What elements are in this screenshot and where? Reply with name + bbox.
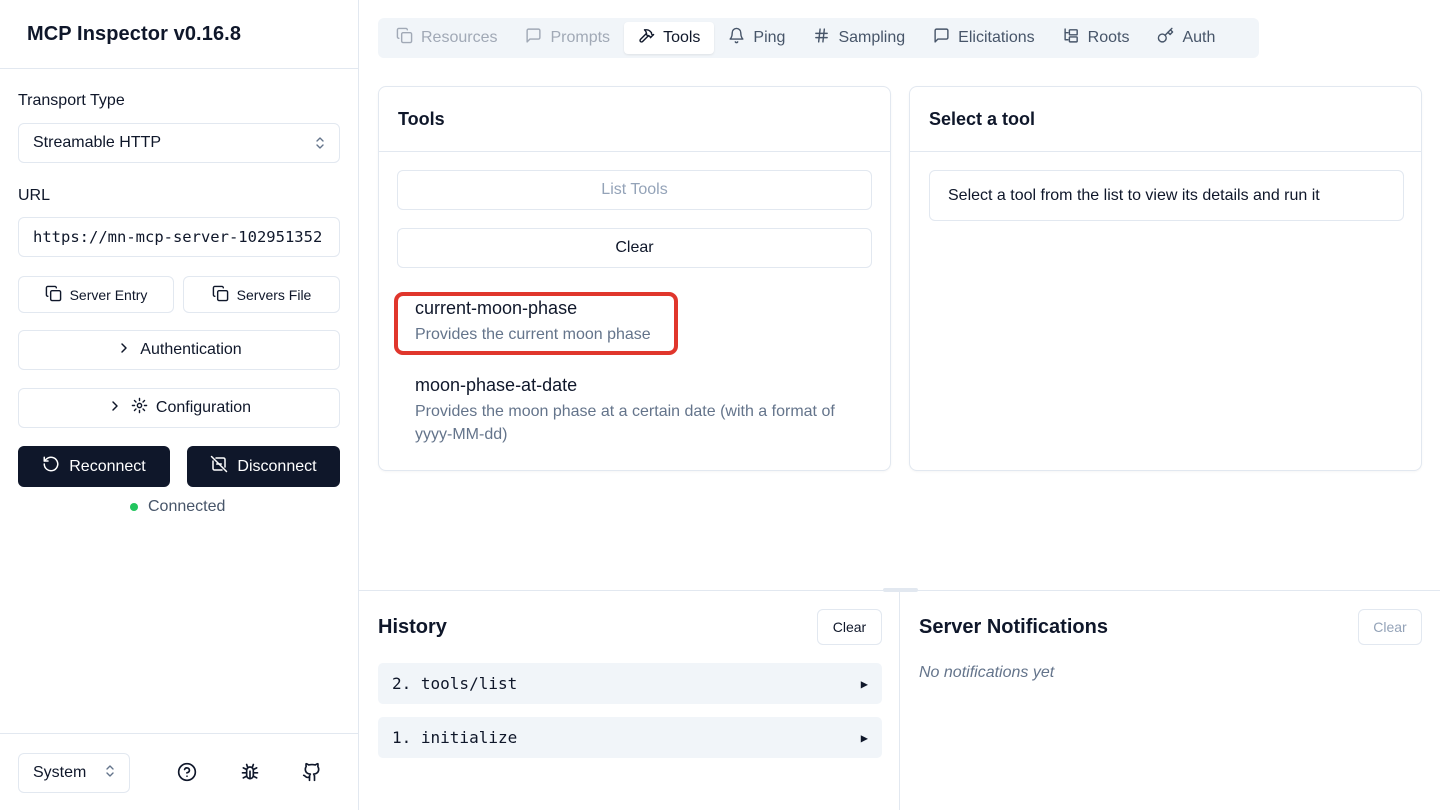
tab-tools[interactable]: Tools <box>624 22 715 54</box>
transport-type-label: Transport Type <box>18 92 125 109</box>
servers-file-label: Servers File <box>236 286 312 303</box>
chevrons-up-down-icon <box>315 136 325 150</box>
tool-detail-panel: Select a tool Select a tool from the lis… <box>909 86 1422 471</box>
play-icon: ▶ <box>860 676 868 691</box>
help-circle-icon[interactable] <box>175 760 199 784</box>
theme-select[interactable]: System <box>18 753 130 793</box>
tool-item-moon-phase-at-date[interactable]: moon-phase-at-date Provides the moon pha… <box>415 375 865 446</box>
hash-icon <box>813 27 830 49</box>
tab-prompts[interactable]: Prompts <box>511 22 624 54</box>
connection-status: Connected <box>130 498 225 516</box>
sidebar-footer: System <box>0 733 359 810</box>
server-entry-button[interactable]: Server Entry <box>18 276 174 313</box>
configuration-label: Configuration <box>155 399 252 416</box>
tab-label: Roots <box>1087 29 1130 46</box>
tool-description: Provides the current moon phase <box>415 326 651 343</box>
copy-icon <box>396 27 413 49</box>
server-entry-label: Server Entry <box>69 286 148 303</box>
tab-label: Auth <box>1182 29 1216 46</box>
tool-name: current-moon-phase <box>415 298 578 318</box>
tab-label: Elicitations <box>958 29 1035 46</box>
message-square-icon <box>933 27 950 49</box>
authentication-toggle[interactable]: Authentication <box>18 330 340 370</box>
tool-detail-message: Select a tool from the list to view its … <box>929 170 1404 221</box>
tools-panel-title: Tools <box>379 87 890 152</box>
tab-label: Tools <box>663 29 701 46</box>
history-entry-label: 1. initialize <box>392 728 518 747</box>
clear-notifications-button[interactable]: Clear <box>1358 609 1422 645</box>
history-entry-label: 2. tools/list <box>392 674 518 693</box>
list-tools-button[interactable]: List Tools <box>397 170 872 210</box>
tab-ping[interactable]: Ping <box>714 22 799 54</box>
rotate-ccw-icon <box>42 455 60 478</box>
message-square-icon <box>525 27 542 49</box>
status-text: Connected <box>148 498 226 515</box>
status-dot-icon <box>130 503 138 511</box>
folder-tree-icon <box>1063 27 1080 49</box>
theme-value: System <box>33 764 87 781</box>
configuration-toggle[interactable]: Configuration <box>18 388 340 428</box>
empty-notifications-text: No notifications yet <box>919 664 1055 681</box>
clear-tools-button[interactable]: Clear <box>397 228 872 268</box>
app-title: MCP Inspector v0.16.8 <box>27 22 242 45</box>
clear-history-button[interactable]: Clear <box>817 609 882 645</box>
tool-description: Provides the moon phase at a certain dat… <box>415 403 835 443</box>
key-icon <box>1157 27 1174 49</box>
sidebar: MCP Inspector v0.16.8 Transport Type Str… <box>0 0 359 810</box>
bell-icon <box>728 27 745 49</box>
tab-resources[interactable]: Resources <box>382 22 511 54</box>
server-notifications-title: Server Notifications <box>919 616 1108 638</box>
tool-name: moon-phase-at-date <box>415 375 578 395</box>
url-input[interactable] <box>18 217 340 257</box>
disconnect-button[interactable]: Disconnect <box>187 446 340 487</box>
reconnect-label: Reconnect <box>69 457 146 475</box>
tools-panel: Tools List Tools Clear current-moon-phas… <box>378 86 891 471</box>
history-title: History <box>378 616 447 638</box>
sidebar-header: MCP Inspector v0.16.8 <box>0 0 358 69</box>
bug-icon[interactable] <box>238 760 262 784</box>
unplug-icon <box>210 455 228 478</box>
tab-sampling[interactable]: Sampling <box>799 22 919 54</box>
reconnect-button[interactable]: Reconnect <box>18 446 170 487</box>
tab-auth[interactable]: Auth <box>1143 22 1229 54</box>
history-entry[interactable]: 2. tools/list ▶ <box>378 663 882 704</box>
play-icon: ▶ <box>860 730 868 745</box>
github-icon[interactable] <box>300 760 324 784</box>
copy-icon <box>45 285 62 305</box>
tab-elicitations[interactable]: Elicitations <box>919 22 1048 54</box>
tool-item-current-moon-phase[interactable]: current-moon-phase Provides the current … <box>415 298 651 346</box>
transport-type-value: Streamable HTTP <box>33 134 162 151</box>
tool-detail-title: Select a tool <box>910 87 1421 152</box>
servers-file-button[interactable]: Servers File <box>183 276 340 313</box>
disconnect-label: Disconnect <box>237 457 317 475</box>
resize-handle[interactable] <box>883 588 918 592</box>
tab-label: Prompts <box>550 29 611 46</box>
chevron-right-icon <box>107 398 123 419</box>
history-entry[interactable]: 1. initialize ▶ <box>378 717 882 758</box>
tab-roots[interactable]: Roots <box>1049 22 1144 54</box>
tab-label: Resources <box>421 29 498 46</box>
authentication-label: Authentication <box>140 341 242 358</box>
tab-label: Ping <box>753 29 786 46</box>
copy-icon <box>212 285 229 305</box>
url-label: URL <box>18 187 51 204</box>
transport-type-select[interactable]: Streamable HTTP <box>18 123 340 163</box>
chevron-right-icon <box>116 340 132 361</box>
divider <box>899 590 900 810</box>
tab-label: Sampling <box>838 29 906 46</box>
hammer-icon <box>638 27 655 49</box>
chevrons-up-down-icon <box>105 764 115 783</box>
gear-icon <box>131 397 148 419</box>
tab-bar: Resources Prompts Tools Ping Sampling El… <box>378 18 1259 58</box>
